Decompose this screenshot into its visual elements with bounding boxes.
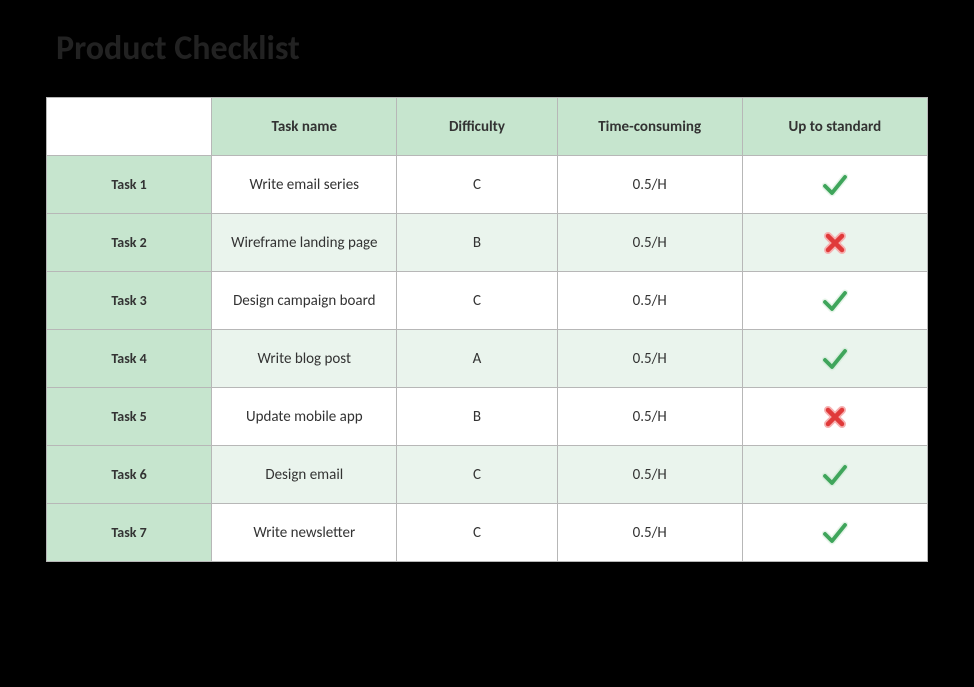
cell-task-name: Update mobile app — [212, 388, 397, 446]
checklist-table-wrapper: Task name Difficulty Time-consuming Up t… — [0, 69, 974, 562]
table-row: Task 4Write blog postA0.5/H — [47, 330, 928, 388]
table-row: Task 5Update mobile appB0.5/H — [47, 388, 928, 446]
cell-task-name: Design campaign board — [212, 272, 397, 330]
cell-standard — [742, 272, 927, 330]
table-row: Task 3Design campaign boardC0.5/H — [47, 272, 928, 330]
table-header-blank — [47, 98, 212, 156]
cell-standard — [742, 214, 927, 272]
cross-icon — [824, 233, 846, 251]
cell-difficulty: B — [397, 388, 557, 446]
col-time: Time-consuming — [557, 98, 742, 156]
table-row: Task 1Write email seriesC0.5/H — [47, 156, 928, 214]
cell-difficulty: C — [397, 504, 557, 562]
row-label: Task 3 — [47, 272, 212, 330]
cell-time: 0.5/H — [557, 272, 742, 330]
cell-difficulty: C — [397, 156, 557, 214]
cell-difficulty: A — [397, 330, 557, 388]
row-label: Task 5 — [47, 388, 212, 446]
cell-time: 0.5/H — [557, 214, 742, 272]
cell-standard — [742, 446, 927, 504]
table-row: Task 7Write newsletterC0.5/H — [47, 504, 928, 562]
table-row: Task 6Design emailC0.5/H — [47, 446, 928, 504]
cell-time: 0.5/H — [557, 330, 742, 388]
cell-difficulty: C — [397, 446, 557, 504]
col-difficulty: Difficulty — [397, 98, 557, 156]
check-icon — [822, 175, 848, 193]
row-label: Task 7 — [47, 504, 212, 562]
cell-task-name: Write email series — [212, 156, 397, 214]
cell-standard — [742, 504, 927, 562]
col-task-name: Task name — [212, 98, 397, 156]
checklist-table: Task name Difficulty Time-consuming Up t… — [46, 97, 928, 562]
cell-standard — [742, 156, 927, 214]
cell-task-name: Design email — [212, 446, 397, 504]
check-icon — [822, 291, 848, 309]
cell-task-name: Write blog post — [212, 330, 397, 388]
cell-standard — [742, 388, 927, 446]
cross-icon — [824, 407, 846, 425]
cell-task-name: Write newsletter — [212, 504, 397, 562]
row-label: Task 4 — [47, 330, 212, 388]
check-icon — [822, 465, 848, 483]
cell-time: 0.5/H — [557, 446, 742, 504]
table-header-row: Task name Difficulty Time-consuming Up t… — [47, 98, 928, 156]
cell-task-name: Wireframe landing page — [212, 214, 397, 272]
check-icon — [822, 349, 848, 367]
row-label: Task 6 — [47, 446, 212, 504]
check-icon — [822, 523, 848, 541]
page-title: Product Checklist — [0, 0, 974, 69]
table-row: Task 2Wireframe landing pageB0.5/H — [47, 214, 928, 272]
cell-time: 0.5/H — [557, 156, 742, 214]
row-label: Task 1 — [47, 156, 212, 214]
cell-standard — [742, 330, 927, 388]
col-standard: Up to standard — [742, 98, 927, 156]
cell-difficulty: B — [397, 214, 557, 272]
cell-time: 0.5/H — [557, 504, 742, 562]
cell-difficulty: C — [397, 272, 557, 330]
cell-time: 0.5/H — [557, 388, 742, 446]
row-label: Task 2 — [47, 214, 212, 272]
